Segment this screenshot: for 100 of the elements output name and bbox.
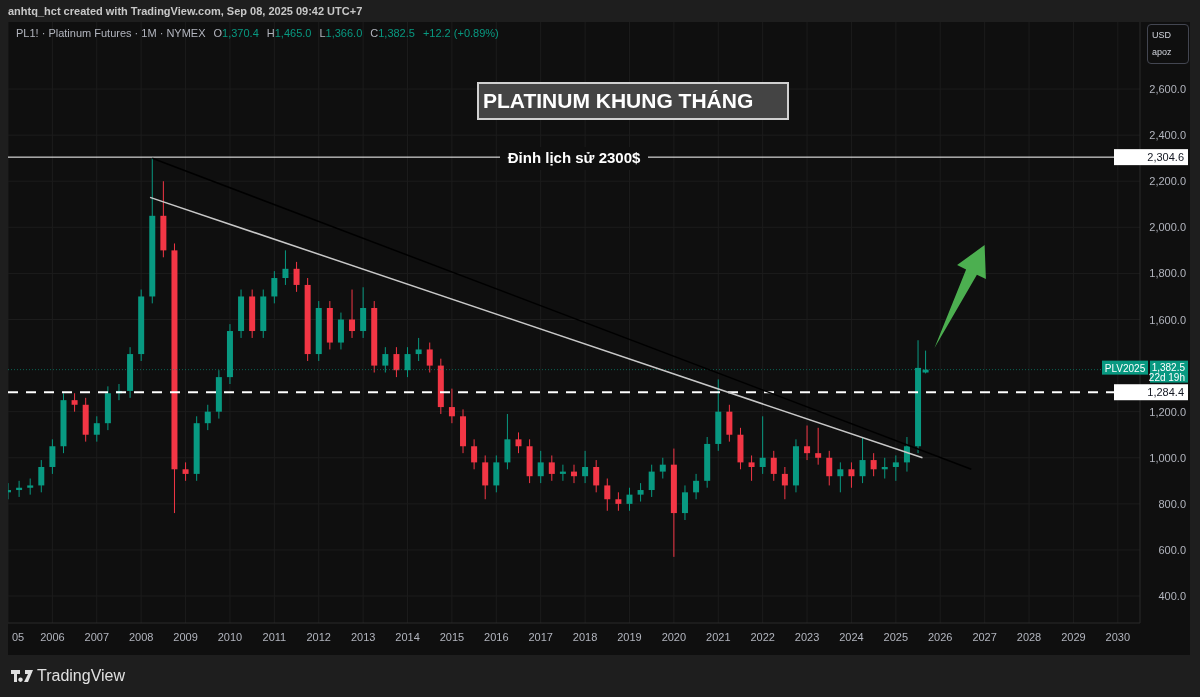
time-axis-label: 2013 (350, 631, 376, 643)
candlestick (759, 415, 766, 475)
candlestick (337, 312, 344, 350)
time-axis-label: 2010 (217, 631, 243, 643)
all-time-high-label: Đỉnh lịch sử 2300$ (499, 147, 649, 170)
candlestick (582, 450, 589, 484)
candlestick (293, 261, 300, 293)
time-axis-label: 2015 (439, 631, 465, 643)
candlestick (770, 450, 777, 482)
time-axis-label: 2030 (1105, 631, 1131, 643)
time-axis-label: 2009 (173, 631, 198, 643)
candlestick (504, 413, 511, 470)
time-axis-label: 2022 (750, 631, 775, 643)
candlestick (393, 346, 400, 378)
candlestick (182, 461, 189, 482)
candlestick (626, 487, 633, 512)
price-axis-label: 2,600.0 (1149, 83, 1186, 96)
candlestick (382, 346, 389, 374)
candlestick (282, 249, 289, 286)
price-axis-label: 2,400.0 (1149, 129, 1186, 142)
candlestick (604, 478, 611, 512)
candlestick (726, 404, 733, 443)
symbol-tag: PLV2025 (1102, 360, 1148, 375)
time-axis-label: 2023 (794, 631, 820, 643)
ohlc-value: H1,465.0 (266, 26, 312, 41)
candlestick (748, 454, 755, 482)
price-axis-label: 400.0 (1158, 590, 1186, 603)
logo-icon (11, 670, 33, 682)
candlestick (415, 337, 422, 362)
time-axis-label: 2021 (706, 631, 731, 643)
price-axis-label: 2,200.0 (1149, 175, 1186, 188)
price-line-label: 1,284.4 (1114, 384, 1188, 401)
chart-title-label: PLATINUM KHUNG THÁNG (477, 82, 789, 120)
candlestick (593, 459, 600, 493)
candlestick (537, 450, 544, 484)
candlestick (815, 427, 822, 466)
time-axis-label: 2014 (395, 631, 420, 643)
candlestick (826, 450, 833, 486)
time-axis-label: 2008 (128, 631, 154, 643)
candlestick (870, 452, 877, 477)
price-axis-label: 1,800.0 (1149, 267, 1186, 280)
candlestick (548, 454, 555, 482)
candlestick (360, 286, 367, 339)
candlestick (38, 459, 45, 493)
candlestick (615, 491, 622, 512)
candlestick (648, 464, 655, 498)
candlestick (448, 388, 455, 424)
time-axis-label: 2018 (572, 631, 598, 643)
candlestick (426, 342, 433, 374)
time-axis-label: 2007 (84, 631, 110, 643)
candlestick (71, 392, 78, 413)
candlestick (781, 466, 788, 500)
time-axis-label: 2016 (484, 631, 509, 643)
candlestick (349, 289, 356, 339)
symbol-info: PL1! · Platinum Futures · 1M · NYMEX (16, 26, 206, 41)
time-axis-label: 2017 (528, 631, 553, 643)
time-axis-label: 2027 (972, 631, 997, 643)
price-change: +12.2 (+0.89%) (422, 26, 499, 41)
currency-unit-button[interactable]: USD apoz (1147, 24, 1189, 64)
candlestick (482, 454, 489, 500)
time-axis-label: 2029 (1061, 631, 1086, 643)
ohlc-value: L1,366.0 (319, 26, 363, 41)
price-axis-label: 1,600.0 (1149, 313, 1186, 326)
candlestick (848, 461, 855, 489)
candlestick (271, 270, 278, 304)
price-axis-label: 1,200.0 (1149, 405, 1186, 418)
candlestick (49, 438, 56, 475)
price-axis-label: 800.0 (1158, 497, 1186, 510)
time-axis-label: 2006 (40, 631, 65, 643)
price-axis-label: 2,000.0 (1149, 221, 1186, 234)
candlestick (681, 484, 688, 521)
candlestick (837, 461, 844, 493)
candlestick (804, 425, 811, 461)
chart-caption: anhtq_hct created with TradingView.com, Sep 08, 2025 09:42 UTC+7 (8, 3, 363, 19)
time-axis-label: 05 (11, 631, 25, 643)
brand-name: TradingView (37, 666, 126, 686)
time-axis-label: 2028 (1016, 631, 1042, 643)
time-axis-label: 2025 (883, 631, 909, 643)
candlestick (93, 415, 100, 443)
candlestick (892, 454, 899, 482)
candlestick (471, 438, 478, 470)
time-axis-label: 2011 (262, 631, 287, 643)
price-line-label: 2,304.6 (1114, 149, 1188, 166)
price-axis-label: 600.0 (1158, 543, 1186, 556)
time-axis-label: 2020 (661, 631, 687, 643)
ohlc-value: C1,382.5 (370, 26, 415, 41)
candlestick (859, 436, 866, 484)
time-axis-label: 2012 (306, 631, 331, 643)
candlestick (659, 457, 666, 480)
ohlc-value: O1,370.4 (213, 26, 259, 41)
candlestick (493, 454, 500, 493)
time-axis-label: 2026 (928, 631, 953, 643)
time-axis-label: 2024 (839, 631, 864, 643)
candlestick (204, 404, 211, 431)
price-axis-label: 1,000.0 (1149, 451, 1186, 464)
time-axis-label: 2019 (617, 631, 642, 643)
candlestick (693, 473, 700, 500)
candlestick (515, 431, 522, 454)
candlestick (637, 482, 644, 503)
candlestick (404, 346, 411, 378)
